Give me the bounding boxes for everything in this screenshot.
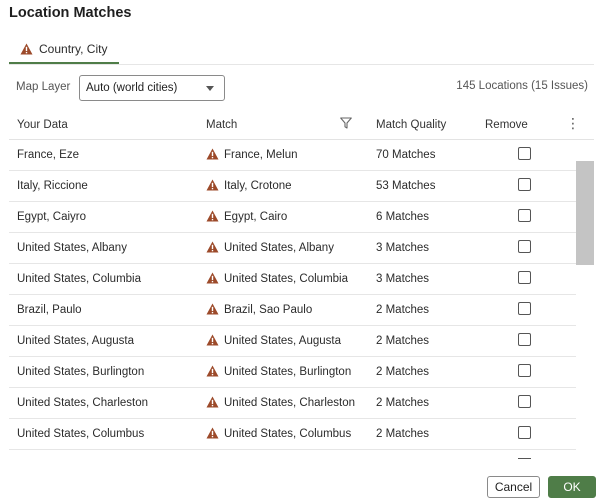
warning-icon — [206, 210, 219, 222]
remove-checkbox[interactable] — [518, 364, 531, 377]
cell-match-quality: 2 Matches — [376, 304, 430, 316]
warning-icon — [206, 334, 219, 346]
table-row: United States, Augusta United States, Au… — [9, 326, 576, 357]
warning-icon — [206, 241, 219, 253]
cell-match[interactable]: Brazil, Sao Paulo — [224, 304, 312, 316]
tab-divider — [9, 64, 594, 65]
remove-checkbox[interactable] — [518, 302, 531, 315]
filter-icon[interactable] — [340, 117, 352, 132]
cell-match[interactable]: Italy, Crotone — [224, 180, 292, 192]
table-row: United States, Charleston United States,… — [9, 388, 576, 419]
remove-checkbox[interactable] — [518, 395, 531, 408]
cell-your-data: United States, Columbus — [17, 428, 145, 440]
tab-country-city[interactable]: Country, City — [9, 35, 119, 64]
cell-match[interactable]: France, Melun — [224, 149, 298, 161]
cell-match[interactable]: Egypt, Cairo — [224, 211, 287, 223]
remove-checkbox[interactable] — [518, 271, 531, 284]
map-layer-select[interactable]: Auto (world cities) — [79, 75, 225, 101]
table-row: United States, Burlington United States,… — [9, 357, 576, 388]
cell-your-data: United States, Burlington — [17, 366, 145, 378]
header-match[interactable]: Match — [206, 119, 237, 131]
map-layer-label: Map Layer — [16, 81, 71, 93]
cancel-button[interactable]: Cancel — [487, 476, 540, 498]
table-row: Italy, Riccione Italy, Crotone 53 Matche… — [9, 171, 576, 202]
cell-your-data: Brazil, Paulo — [17, 304, 82, 316]
cell-match-quality: 53 Matches — [376, 180, 436, 192]
cell-match-quality: 70 Matches — [376, 149, 436, 161]
table-row: France, Eze France, Melun 70 Matches — [9, 140, 576, 171]
cell-your-data: United States, Columbia — [17, 273, 142, 285]
location-count: 145 Locations (15 Issues) — [456, 80, 588, 92]
warning-icon — [20, 43, 33, 55]
table-header: Your Data Match Match Quality Remove ⋮ — [9, 110, 594, 140]
scrollbar-thumb[interactable] — [576, 161, 594, 265]
more-options-icon[interactable]: ⋮ — [566, 116, 580, 130]
warning-icon — [206, 148, 219, 160]
cell-match-quality: 2 Matches — [376, 366, 430, 378]
cell-match[interactable]: United States, Columbia — [224, 273, 348, 285]
table-row: United States, Columbus United States, C… — [9, 419, 576, 450]
cell-match-quality: 2 Matches — [376, 397, 430, 409]
table-row: United States, Columbia United States, C… — [9, 264, 576, 295]
remove-checkbox[interactable] — [518, 178, 531, 191]
matches-table: Your Data Match Match Quality Remove ⋮ F… — [9, 110, 594, 450]
remove-checkbox[interactable] — [518, 209, 531, 222]
remove-checkbox-partial — [518, 458, 531, 460]
header-your-data[interactable]: Your Data — [17, 119, 68, 131]
warning-icon — [206, 179, 219, 191]
warning-icon — [206, 396, 219, 408]
cell-match-quality: 3 Matches — [376, 273, 430, 285]
cell-match[interactable]: United States, Burlington — [224, 366, 351, 378]
warning-icon — [206, 427, 219, 439]
cell-match[interactable]: United States, Augusta — [224, 335, 341, 347]
chevron-down-icon — [206, 85, 214, 91]
tab-label: Country, City — [39, 41, 108, 56]
cell-match-quality: 6 Matches — [376, 211, 430, 223]
remove-checkbox[interactable] — [518, 147, 531, 160]
cell-match[interactable]: United States, Charleston — [224, 397, 355, 409]
table-body: France, Eze France, Melun 70 Matches Ita… — [9, 140, 594, 450]
map-layer-value: Auto (world cities) — [86, 82, 178, 94]
cell-match-quality: 2 Matches — [376, 428, 430, 440]
cell-your-data: Egypt, Caiyro — [17, 211, 87, 223]
warning-icon — [206, 303, 219, 315]
header-remove[interactable]: Remove — [485, 119, 528, 131]
remove-checkbox[interactable] — [518, 426, 531, 439]
cell-your-data: Italy, Riccione — [17, 180, 88, 192]
ok-button[interactable]: OK — [548, 476, 596, 498]
cell-match[interactable]: United States, Columbus — [224, 428, 351, 440]
header-match-quality[interactable]: Match Quality — [376, 119, 446, 131]
cell-match-quality: 2 Matches — [376, 335, 430, 347]
dialog-title: Location Matches — [9, 5, 132, 21]
cell-your-data: United States, Augusta — [17, 335, 134, 347]
cell-match-quality: 3 Matches — [376, 242, 430, 254]
remove-checkbox[interactable] — [518, 333, 531, 346]
warning-icon — [206, 365, 219, 377]
table-row: Brazil, Paulo Brazil, Sao Paulo 2 Matche… — [9, 295, 576, 326]
remove-checkbox[interactable] — [518, 240, 531, 253]
cell-your-data: United States, Charleston — [17, 397, 149, 409]
table-row: United States, Albany United States, Alb… — [9, 233, 576, 264]
cell-match[interactable]: United States, Albany — [224, 242, 334, 254]
warning-icon — [206, 272, 219, 284]
cell-your-data: France, Eze — [17, 149, 79, 161]
table-row: Egypt, Caiyro Egypt, Cairo 6 Matches — [9, 202, 576, 233]
cell-your-data: United States, Albany — [17, 242, 127, 254]
